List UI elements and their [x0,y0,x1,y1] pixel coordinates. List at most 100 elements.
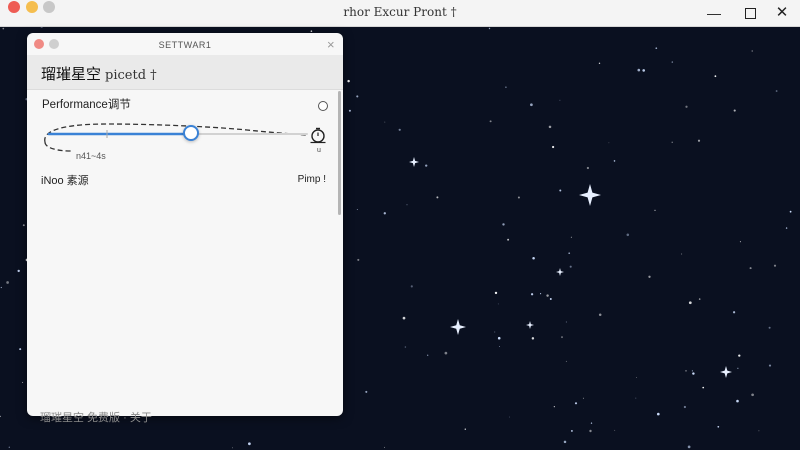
star [553,406,555,408]
star [589,429,592,433]
timer-icon[interactable] [309,126,327,144]
star [691,370,694,372]
desktop-window: rhor Excur Pront † — ✕ SETTWAR1 × 瑠璀星空 pi… [0,0,800,450]
star [2,27,5,30]
mode-value[interactable]: Pimp ! [298,174,326,185]
star [773,264,777,267]
star [489,120,492,123]
star [751,393,754,397]
window-titlebar: rhor Excur Pront † — ✕ [0,0,800,27]
star [436,196,439,199]
app-name: 瑠璀星空 picetd † [41,63,157,84]
star [738,354,741,357]
star [685,370,687,372]
star [608,142,610,144]
sparkle-star [450,319,466,335]
star [8,446,10,448]
star [488,27,491,30]
star [384,446,385,448]
star [348,109,351,112]
star [626,233,630,237]
close-button[interactable]: ✕ [772,4,792,22]
star [22,381,24,383]
star [530,103,533,107]
star [464,428,467,430]
slider-range-label: n41~4s [76,151,106,161]
star [655,47,658,50]
app-name-text: 瑠璀星空 [41,66,102,83]
star [687,445,691,449]
star [732,311,736,314]
minimize-button[interactable]: — [704,4,724,22]
star [561,336,563,339]
maximize-icon [744,8,756,19]
star [574,402,578,405]
star [497,303,499,305]
star [681,253,683,255]
star [702,386,705,389]
star [0,415,1,418]
star [565,360,567,362]
star [0,286,2,289]
star [736,399,739,403]
star [688,301,692,305]
star [758,430,760,432]
star [698,298,701,300]
star [509,416,510,418]
footer-text: 瑠璀星空 免费版 · 关于 [40,412,152,424]
star [507,238,510,241]
star [697,139,701,142]
star [685,105,688,108]
star [614,429,616,431]
star [751,50,753,52]
star [365,390,368,393]
performance-radio[interactable] [318,101,328,111]
star [532,256,535,260]
star [398,128,401,131]
star [749,267,752,270]
star [570,236,572,238]
panel-close-button[interactable]: × [327,37,335,52]
star [671,61,674,63]
star [248,442,251,446]
star [410,285,413,288]
star [598,62,601,64]
maximize-button[interactable] [740,4,760,22]
star [733,109,736,112]
sparkle-star [526,321,534,329]
sparkle-star [556,268,564,276]
app-name-suffix: picetd † [105,68,157,83]
star [563,440,567,444]
star [549,298,552,300]
star [768,364,772,367]
star [683,405,687,409]
panel-scrollbar[interactable] [338,91,341,215]
star [717,425,720,428]
star [404,346,407,348]
star [551,145,555,149]
star [656,412,660,416]
star [505,86,507,89]
star [347,79,350,83]
star [785,227,788,229]
star [590,422,593,424]
star [232,447,233,449]
star [568,252,571,255]
performance-label: Performance调节 [42,99,131,111]
star [19,348,22,351]
sparkle-star [720,366,732,378]
star [648,275,651,278]
slider-thumb[interactable] [182,125,199,141]
panel-title: SETTWAR1 [158,40,212,50]
star [406,204,408,206]
star [570,429,573,432]
star [499,345,501,347]
star [642,69,646,72]
sparkle-star [409,157,419,167]
star [497,336,501,340]
timer-label: u [317,147,321,154]
star [637,68,641,72]
sparkle-star [579,184,601,206]
star [635,397,637,399]
star [789,210,792,213]
